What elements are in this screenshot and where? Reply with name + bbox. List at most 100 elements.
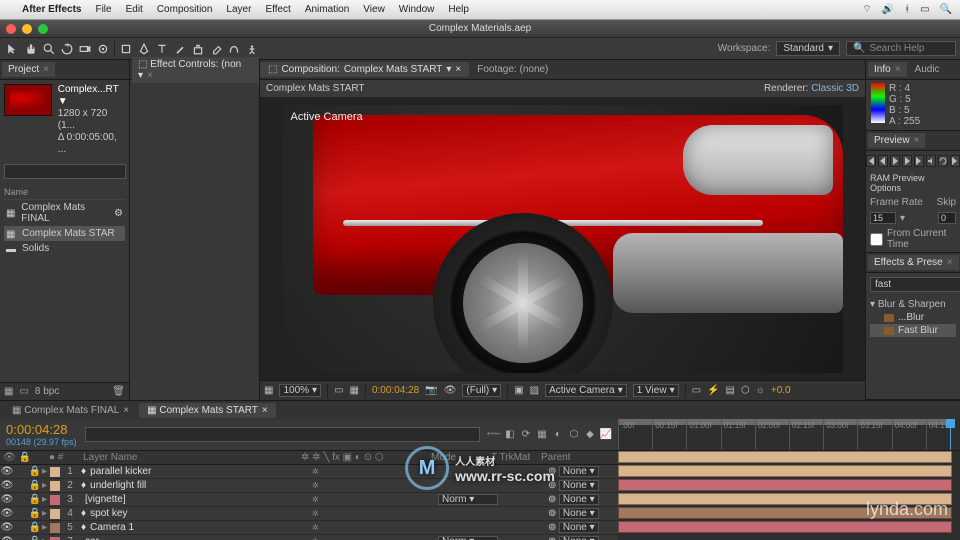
- selection-tool[interactable]: [4, 40, 22, 58]
- roto-tool[interactable]: [225, 40, 243, 58]
- timeline-tab[interactable]: ▦ Complex Mats FINAL×: [4, 403, 137, 418]
- brush-tool[interactable]: [171, 40, 189, 58]
- menu-layer[interactable]: Layer: [226, 4, 251, 15]
- pixel-aspect-icon[interactable]: ▭: [692, 385, 701, 396]
- preview-tab[interactable]: Preview×: [868, 133, 925, 148]
- parent-dropdown[interactable]: None ▾: [559, 494, 599, 505]
- effects-search-input[interactable]: [870, 277, 960, 292]
- visibility-toggle[interactable]: 👁: [0, 508, 14, 519]
- ram-preview-button[interactable]: [950, 155, 960, 167]
- layer-name[interactable]: [vignette]: [77, 494, 308, 505]
- text-tool[interactable]: [153, 40, 171, 58]
- puppet-tool[interactable]: [243, 40, 261, 58]
- parent-dropdown[interactable]: None ▾: [559, 508, 599, 519]
- battery-icon[interactable]: ▭: [920, 4, 929, 15]
- pickwhip-icon[interactable]: ⊚: [548, 494, 556, 505]
- info-tab[interactable]: Info×: [868, 62, 907, 77]
- hide-shy-icon[interactable]: ⟳: [520, 429, 532, 441]
- timeline-tab[interactable]: ▦ Complex Mats START×: [139, 403, 276, 418]
- menu-help[interactable]: Help: [448, 4, 469, 15]
- parent-dropdown[interactable]: None ▾: [559, 480, 599, 491]
- footage-tab[interactable]: Footage: (none): [469, 62, 556, 77]
- blend-mode-dropdown[interactable]: Norm ▾: [438, 536, 498, 540]
- flowchart-icon[interactable]: ⬡: [741, 385, 750, 396]
- lock-toggle[interactable]: 🔒: [28, 466, 42, 477]
- pickwhip-icon[interactable]: ⊚: [548, 508, 556, 519]
- volume-icon[interactable]: 🔊: [882, 4, 894, 15]
- lock-toggle[interactable]: 🔒: [28, 480, 42, 491]
- visibility-toggle[interactable]: 👁: [0, 480, 14, 491]
- layer-duration-bar[interactable]: [618, 507, 952, 519]
- camera-dropdown[interactable]: Active Camera▾: [545, 384, 627, 397]
- from-current-checkbox[interactable]: [870, 233, 883, 246]
- project-name-header[interactable]: Name: [4, 185, 125, 200]
- channel-icon[interactable]: ▭: [334, 385, 343, 396]
- comp-path[interactable]: Complex Mats START: [266, 83, 365, 94]
- bpc-toggle[interactable]: 8 bpc: [35, 386, 59, 397]
- lock-toggle[interactable]: 🔒: [28, 522, 42, 533]
- pickwhip-icon[interactable]: ⊚: [548, 536, 556, 540]
- resolution-dropdown[interactable]: (Full)▾: [462, 384, 501, 397]
- layer-duration-bar[interactable]: [618, 521, 952, 533]
- interpret-icon[interactable]: ▦: [4, 386, 13, 397]
- motion-blur-icon[interactable]: ◐: [552, 429, 564, 441]
- workspace-dropdown[interactable]: Standard▾: [776, 41, 840, 56]
- project-tab[interactable]: Project×: [2, 62, 55, 77]
- menu-animation[interactable]: Animation: [305, 4, 349, 15]
- label-color[interactable]: [50, 509, 60, 519]
- timeline-track-area[interactable]: [618, 451, 960, 540]
- play-button[interactable]: [890, 155, 900, 167]
- effects-tab[interactable]: Effects & Prese×: [868, 255, 959, 270]
- pickwhip-icon[interactable]: ⊚: [548, 480, 556, 491]
- wifi-icon[interactable]: ⌔: [862, 3, 871, 16]
- grid-icon[interactable]: ▦: [264, 385, 273, 396]
- twirl-icon[interactable]: ▸: [42, 536, 47, 540]
- visibility-toggle[interactable]: 👁: [0, 536, 14, 540]
- layer-row[interactable]: 👁🔒▸1♦ parallel kicker✲ ⊚ None ▾: [0, 465, 618, 479]
- label-color[interactable]: [50, 523, 60, 533]
- menu-edit[interactable]: Edit: [126, 4, 143, 15]
- pickwhip-icon[interactable]: ⊚: [548, 522, 556, 533]
- auto-keyframe-icon[interactable]: ◆: [584, 429, 596, 441]
- layer-switches[interactable]: ✲: [308, 495, 438, 504]
- frame-blend-icon[interactable]: ▦: [536, 429, 548, 441]
- last-frame-button[interactable]: [914, 155, 924, 167]
- effect-item[interactable]: ...Blur: [870, 311, 956, 324]
- audio-tab[interactable]: Audic: [909, 62, 946, 77]
- layer-switches[interactable]: ✲: [308, 481, 438, 490]
- pan-behind-tool[interactable]: [94, 40, 112, 58]
- project-search-input[interactable]: [4, 164, 126, 179]
- lock-toggle[interactable]: 🔒: [28, 536, 42, 540]
- menu-view[interactable]: View: [363, 4, 385, 15]
- zoom-tool[interactable]: [40, 40, 58, 58]
- hand-tool[interactable]: [22, 40, 40, 58]
- camera-tool[interactable]: [76, 40, 94, 58]
- parent-dropdown[interactable]: None ▾: [559, 466, 599, 477]
- project-item-row[interactable]: ▦ Complex Mats STAR: [4, 226, 125, 241]
- draft-3d-icon[interactable]: ◧: [504, 429, 516, 441]
- twirl-icon[interactable]: ▸: [42, 522, 47, 533]
- layer-row[interactable]: 👁🔒▸3[vignette]✲ Norm ▾⊚ None ▾: [0, 493, 618, 507]
- close-window-button[interactable]: [6, 24, 16, 34]
- framerate-input[interactable]: [870, 212, 896, 224]
- timecode-display[interactable]: 0:00:04:28: [372, 385, 419, 396]
- layer-name[interactable]: ♦ parallel kicker: [77, 466, 308, 477]
- close-icon[interactable]: ×: [43, 64, 49, 75]
- menu-file[interactable]: File: [95, 4, 111, 15]
- layer-name[interactable]: car: [77, 536, 308, 540]
- pickwhip-icon[interactable]: ⊚: [548, 466, 556, 477]
- rotation-tool[interactable]: [58, 40, 76, 58]
- reset-exposure-icon[interactable]: ☼: [756, 385, 765, 396]
- current-time-indicator[interactable]: [950, 419, 951, 450]
- menu-window[interactable]: Window: [399, 4, 435, 15]
- parent-dropdown[interactable]: None ▾: [559, 536, 599, 540]
- layer-name[interactable]: ♦ spot key: [77, 508, 308, 519]
- prev-frame-button[interactable]: [878, 155, 888, 167]
- current-timecode[interactable]: 0:00:04:28: [6, 422, 77, 437]
- region-icon[interactable]: ▣: [514, 385, 523, 396]
- trash-icon[interactable]: 🗑: [112, 386, 125, 397]
- effect-controls-tab[interactable]: ⬚ Effect Controls: (non ▾×: [132, 57, 259, 83]
- view-dropdown[interactable]: 1 View▾: [633, 384, 679, 397]
- lock-toggle[interactable]: 🔒: [28, 494, 42, 505]
- twirl-icon[interactable]: ▸: [42, 494, 47, 505]
